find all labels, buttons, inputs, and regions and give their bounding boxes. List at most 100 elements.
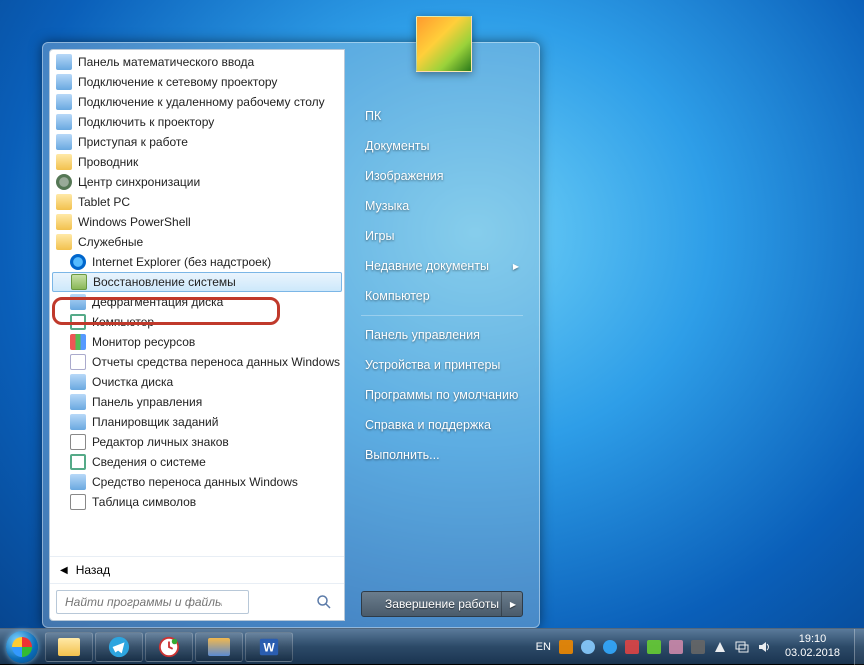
program-item[interactable]: Редактор личных знаков xyxy=(50,432,344,452)
right-pane-item[interactable]: ПК xyxy=(351,101,533,131)
network-icon[interactable] xyxy=(735,640,749,654)
program-icon xyxy=(70,314,86,330)
program-icon xyxy=(70,494,86,510)
taskbar-app-explorer[interactable] xyxy=(45,632,93,662)
taskbar-clock[interactable]: 19:10 03.02.2018 xyxy=(779,633,846,659)
program-item[interactable]: Таблица символов xyxy=(50,492,344,512)
program-item[interactable]: Подключить к проектору xyxy=(50,112,344,132)
program-item[interactable]: Панель управления xyxy=(50,392,344,412)
program-item[interactable]: Internet Explorer (без надстроек) xyxy=(50,252,344,272)
right-pane-item[interactable]: Программы по умолчанию xyxy=(351,380,533,410)
right-pane-item[interactable]: Панель управления xyxy=(351,320,533,350)
program-item[interactable]: Средство переноса данных Windows xyxy=(50,472,344,492)
tray-icon[interactable] xyxy=(647,640,661,654)
right-pane-item[interactable]: Справка и поддержка xyxy=(351,410,533,440)
action-center-icon[interactable] xyxy=(713,640,727,654)
program-item[interactable]: Служебные xyxy=(50,232,344,252)
telegram-icon xyxy=(108,636,130,658)
program-label: Служебные xyxy=(78,235,143,249)
right-pane-item[interactable]: Компьютер xyxy=(351,281,533,311)
program-label: Дефрагментация диска xyxy=(92,295,223,309)
program-item[interactable]: Tablet PC xyxy=(50,192,344,212)
program-item[interactable]: Windows PowerShell xyxy=(50,212,344,232)
program-item[interactable]: Подключение к сетевому проектору xyxy=(50,72,344,92)
search-icon xyxy=(316,594,332,610)
program-item[interactable]: Центр синхронизации xyxy=(50,172,344,192)
tray-icon[interactable] xyxy=(625,640,639,654)
program-label: Проводник xyxy=(78,155,138,169)
program-icon xyxy=(71,274,87,290)
program-item[interactable]: Восстановление системы xyxy=(52,272,342,292)
program-item[interactable]: Компьютер xyxy=(50,312,344,332)
start-button[interactable] xyxy=(0,629,44,665)
back-arrow-icon: ◀ xyxy=(60,565,68,576)
clock-date: 03.02.2018 xyxy=(785,647,840,660)
program-item[interactable]: Панель математического ввода xyxy=(50,52,344,72)
right-pane-item[interactable]: Изображения xyxy=(351,161,533,191)
submenu-arrow-icon: ▶ xyxy=(513,262,519,271)
start-left-pane: Панель математического ввода Подключение … xyxy=(49,49,345,621)
program-icon xyxy=(56,154,72,170)
right-pane-item[interactable]: Выполнить... xyxy=(351,440,533,470)
tray-icon[interactable] xyxy=(559,640,573,654)
program-item[interactable]: Очистка диска xyxy=(50,372,344,392)
right-pane-label: Программы по умолчанию xyxy=(365,388,518,402)
program-icon xyxy=(70,354,86,370)
back-button[interactable]: ◀ Назад xyxy=(50,556,344,583)
program-label: Tablet PC xyxy=(78,195,130,209)
program-icon xyxy=(56,214,72,230)
program-item[interactable]: Проводник xyxy=(50,152,344,172)
right-pane-item[interactable]: Устройства и принтеры xyxy=(351,350,533,380)
program-item[interactable]: Подключение к удаленному рабочему столу xyxy=(50,92,344,112)
program-label: Восстановление системы xyxy=(93,275,236,289)
program-label: Windows PowerShell xyxy=(78,215,191,229)
system-tray: EN 19:10 03.02.2018 xyxy=(528,633,854,659)
back-label: Назад xyxy=(76,563,110,577)
show-desktop-button[interactable] xyxy=(854,629,864,665)
start-menu: Панель математического ввода Подключение … xyxy=(42,42,540,628)
program-label: Internet Explorer (без надстроек) xyxy=(92,255,271,269)
program-label: Монитор ресурсов xyxy=(92,335,195,349)
right-pane-item[interactable]: Музыка xyxy=(351,191,533,221)
program-label: Очистка диска xyxy=(92,375,173,389)
program-icon xyxy=(70,414,86,430)
program-label: Средство переноса данных Windows xyxy=(92,475,298,489)
all-programs-list[interactable]: Панель математического ввода Подключение … xyxy=(50,50,344,556)
taskbar-app-word[interactable]: W xyxy=(245,632,293,662)
program-icon xyxy=(70,454,86,470)
program-item[interactable]: Планировщик заданий xyxy=(50,412,344,432)
search-input[interactable] xyxy=(56,590,249,614)
tray-icon[interactable] xyxy=(581,640,595,654)
shutdown-button[interactable]: Завершение работы ▶ xyxy=(361,591,523,617)
program-item[interactable]: Приступая к работе xyxy=(50,132,344,152)
program-item[interactable]: Дефрагментация диска xyxy=(50,292,344,312)
taskbar-app-clock[interactable] xyxy=(145,632,193,662)
right-pane-label: Недавние документы xyxy=(365,259,489,273)
taskbar-app-generic[interactable] xyxy=(195,632,243,662)
program-item[interactable]: Монитор ресурсов xyxy=(50,332,344,352)
right-pane-item[interactable]: Игры xyxy=(351,221,533,251)
program-label: Подключение к сетевому проектору xyxy=(78,75,277,89)
word-icon: W xyxy=(258,636,280,658)
shutdown-options-arrow-icon[interactable]: ▶ xyxy=(510,600,516,609)
tray-icon[interactable] xyxy=(669,640,683,654)
right-pane-label: ПК xyxy=(365,109,381,123)
program-item[interactable]: Сведения о системе xyxy=(50,452,344,472)
start-right-pane: ПКДокументыИзображенияМузыкаИгрыНедавние… xyxy=(345,43,539,627)
program-item[interactable]: Отчеты средства переноса данных Windows xyxy=(50,352,344,372)
right-pane-item[interactable]: Недавние документы ▶ xyxy=(351,251,533,281)
tray-icon[interactable] xyxy=(603,640,617,654)
program-label: Панель математического ввода xyxy=(78,55,254,69)
tray-icon[interactable] xyxy=(691,640,705,654)
program-icon xyxy=(56,174,72,190)
right-pane-item[interactable]: Документы xyxy=(351,131,533,161)
program-icon xyxy=(70,254,86,270)
right-pane-label: Изображения xyxy=(365,169,444,183)
volume-icon[interactable] xyxy=(757,640,771,654)
program-icon xyxy=(56,54,72,70)
user-avatar[interactable] xyxy=(416,16,472,72)
tray-language[interactable]: EN xyxy=(536,641,551,653)
program-icon xyxy=(70,394,86,410)
taskbar-app-telegram[interactable] xyxy=(95,632,143,662)
program-label: Подключение к удаленному рабочему столу xyxy=(78,95,325,109)
